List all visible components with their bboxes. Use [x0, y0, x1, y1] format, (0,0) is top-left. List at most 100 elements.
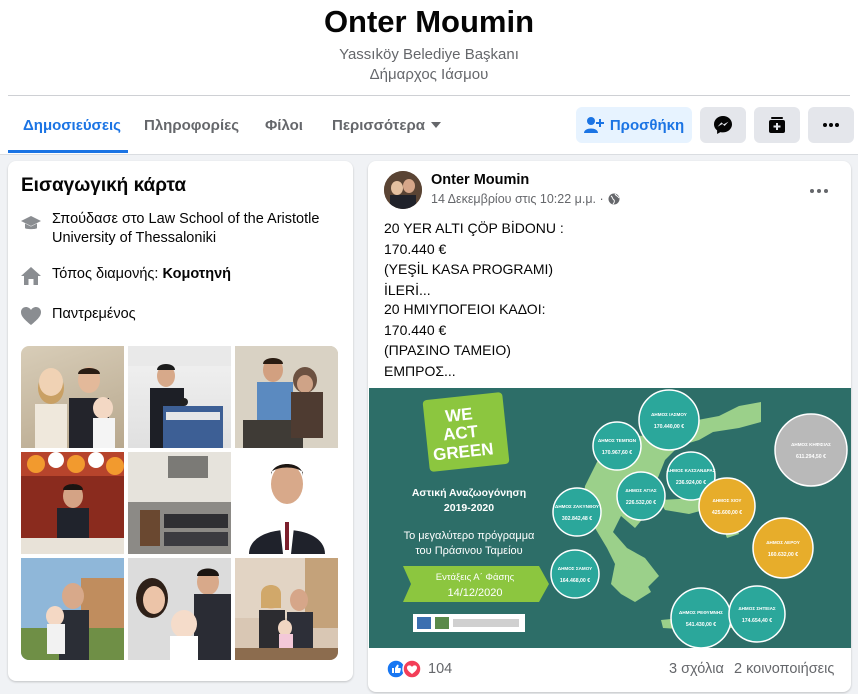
post-meta: 14 Δεκεμβρίου στις 10:22 μ.μ. ·	[431, 192, 620, 206]
phase-banner: Εντάξεις Α΄ Φάσης 14/12/2020	[403, 566, 549, 602]
messenger-icon	[714, 116, 732, 134]
municipality-bubble: ΔΗΜΟΣ ΛΕΡΟΥ 160.632,00 €	[752, 517, 814, 579]
bubble-amount: 170.440,00 €	[654, 424, 684, 430]
photo-8[interactable]	[128, 558, 231, 660]
more-icon	[810, 189, 828, 193]
tab-friends[interactable]: Φίλοι	[265, 117, 303, 134]
photo-6[interactable]	[235, 452, 338, 554]
heart-icon	[21, 307, 41, 325]
like-love-reaction-icons	[386, 659, 422, 679]
bubble-amount: 541.430,00 €	[686, 622, 716, 628]
tab-about[interactable]: Πληροφορίες	[144, 117, 239, 134]
bubble-name: ΔΗΜΟΣ ΙΑΣΜΟΥ	[651, 412, 687, 417]
bubble-amount: 611.294,50 €	[796, 454, 826, 460]
we-act-green-logo: WE ACT GREEN	[422, 392, 510, 472]
municipality-bubble: ΔΗΜΟΣ ΤΕΜΠΩΝ 170.967,60 €	[592, 421, 642, 471]
photo-5[interactable]	[128, 452, 231, 554]
tab-posts[interactable]: Δημοσιεύσεις	[23, 117, 121, 134]
bubble-name: ΔΗΜΟΣ ΤΕΜΠΩΝ	[598, 438, 637, 443]
more-icon	[823, 123, 839, 127]
bubble-amount: 174.654,40 €	[742, 618, 772, 624]
municipality-bubble: ΔΗΜΟΣ ΚΗΦΙΣΙΑΣ 611.294,50 €	[774, 413, 848, 487]
bubble-amount: 170.967,60 €	[602, 450, 632, 456]
post-author[interactable]: Onter Moumin	[431, 172, 529, 188]
ceremony-photo-image	[128, 452, 231, 554]
add-friend-button[interactable]: Προσθήκη	[576, 107, 692, 143]
program-years: 2019-2020	[444, 502, 494, 514]
photo-1[interactable]	[21, 346, 124, 448]
comments-count[interactable]: 3 σχόλια	[669, 661, 724, 677]
profile-header: Onter Moumin Yassıköy Belediye Başkanı Δ…	[0, 0, 858, 155]
follow-icon	[769, 117, 785, 133]
father-child-photo-image	[21, 578, 124, 660]
intro-title: Εισαγωγική κάρτα	[21, 175, 187, 196]
municipality-bubble: ΔΗΜΟΣ ΙΑΣΜΟΥ 170.440,00 €	[638, 389, 700, 451]
profile-subtitle-2: Δήμαρχος Ιάσμου	[369, 66, 489, 83]
profile-subtitle-1: Yassıköy Belediye Başkanı	[339, 46, 519, 63]
post-line: 170.440 €	[384, 240, 447, 257]
family-home-photo-image	[235, 558, 338, 660]
greece-map-graphic: WE ACT GREEN Αστική Αναζωογόνηση 2019-20…	[403, 389, 848, 648]
reactions-count: 104	[428, 661, 453, 677]
more-options-button[interactable]	[808, 107, 854, 143]
graduation-cap-icon	[21, 216, 41, 230]
family-photo-image	[35, 367, 115, 448]
public-globe-icon	[608, 193, 620, 205]
relationship-text: Παντρεμένος	[52, 306, 136, 322]
post-line: 170.440 €	[384, 321, 447, 338]
photo-3[interactable]	[235, 346, 338, 448]
messenger-button[interactable]	[700, 107, 746, 143]
post-avatar[interactable]	[384, 171, 422, 209]
photo-2[interactable]	[128, 346, 231, 448]
education-row: Σπούδασε στο Law School of the Aristotle…	[20, 210, 340, 248]
post-line: 20 YER ALTI ÇÖP BİDONU :	[384, 220, 564, 236]
tab-more-label: Περισσότερα	[332, 117, 425, 134]
post-text-turkish: 20 YER ALTI ÇÖP BİDONU : 170.440 € (YEŞİ…	[384, 218, 564, 300]
post-line: 20 ΗΜΙΥΠΟΓΕΙΟΙ ΚΑΔΟΙ:	[384, 301, 546, 317]
municipality-bubble: ΔΗΜΟΣ ΑΓΙΑΣ 226.532,00 €	[616, 471, 666, 521]
bubble-name: ΔΗΜΟΣ ΖΑΚΥΝΘΟΥ	[555, 504, 599, 509]
avatar-image	[384, 171, 422, 209]
bubble-amount: 164.468,00 €	[560, 578, 590, 584]
lives-city-link[interactable]: Κομοτηνή	[162, 266, 231, 282]
post-timestamp[interactable]: 14 Δεκεμβρίου στις 10:22 μ.μ. ·	[431, 192, 604, 206]
post-line: (ΠΡΑΣΙΝΟ ΤΑΜΕΙΟ)	[384, 342, 511, 358]
bubble-amount: 236.924,00 €	[676, 480, 706, 486]
tagline-line-2: του Πράσινου Ταμείου	[415, 545, 522, 557]
home-icon	[21, 267, 41, 285]
shares-count[interactable]: 2 κοινοποιήσεις	[734, 661, 834, 677]
municipality-bubble: ΔΗΜΟΣ ΣΗΤΕΙΑΣ 174.654,40 €	[728, 585, 786, 643]
visit-photo-image	[235, 346, 338, 448]
tab-more[interactable]: Περισσότερα	[332, 117, 441, 134]
active-tab-indicator	[8, 150, 128, 153]
podium-photo-image	[128, 346, 231, 448]
caret-down-icon	[430, 122, 441, 128]
photo-7[interactable]	[21, 558, 124, 660]
municipality-bubble: ΔΗΜΟΣ ΣΑΜΟΥ 164.468,00 €	[550, 549, 600, 599]
follow-button[interactable]	[754, 107, 800, 143]
municipality-bubble: ΔΗΜΟΣ ΡΕΘΥΜΝΗΣ 541.430,00 €	[670, 587, 732, 648]
municipality-bubble: ΔΗΜΟΣ ΖΑΚΥΝΘΟΥ 302.842,48 €	[552, 487, 602, 537]
portrait-photo-image	[249, 464, 325, 554]
svg-text:14/12/2020: 14/12/2020	[447, 587, 502, 599]
bubble-amount: 425.600,00 €	[712, 510, 742, 516]
program-title: Αστική Αναζωογόνηση	[412, 487, 526, 499]
reactions-summary[interactable]: 104	[386, 659, 452, 679]
bubble-name: ΔΗΜΟΣ ΡΕΘΥΜΝΗΣ	[679, 610, 723, 615]
couple-baby-photo-image	[136, 568, 231, 660]
bubble-amount: 226.532,00 €	[626, 500, 656, 506]
education-text: Σπούδασε στο Law School of the Aristotle…	[52, 211, 320, 246]
municipality-bubble: ΔΗΜΟΣ ΧΙΟΥ 425.600,00 €	[698, 477, 756, 535]
post-line: ΕΜΠΡΟΣ...	[384, 362, 456, 379]
bubble-name: ΔΗΜΟΣ ΣΑΜΟΥ	[558, 566, 592, 571]
bubble-amount: 160.632,00 €	[768, 552, 798, 558]
bubble-name: ΔΗΜΟΣ ΧΙΟΥ	[713, 498, 742, 503]
photo-4[interactable]	[21, 452, 124, 554]
photo-9[interactable]	[235, 558, 338, 660]
add-friend-label: Προσθήκη	[609, 116, 685, 134]
lives-row: Τόπος διαμονής: Κομοτηνή	[20, 265, 231, 287]
post-options-button[interactable]	[810, 180, 830, 196]
bubble-name: ΔΗΜΟΣ ΚΗΦΙΣΙΑΣ	[791, 442, 831, 447]
post-image[interactable]: WE ACT GREEN Αστική Αναζωογόνηση 2019-20…	[369, 388, 851, 648]
lives-label: Τόπος διαμονής:	[52, 266, 163, 282]
